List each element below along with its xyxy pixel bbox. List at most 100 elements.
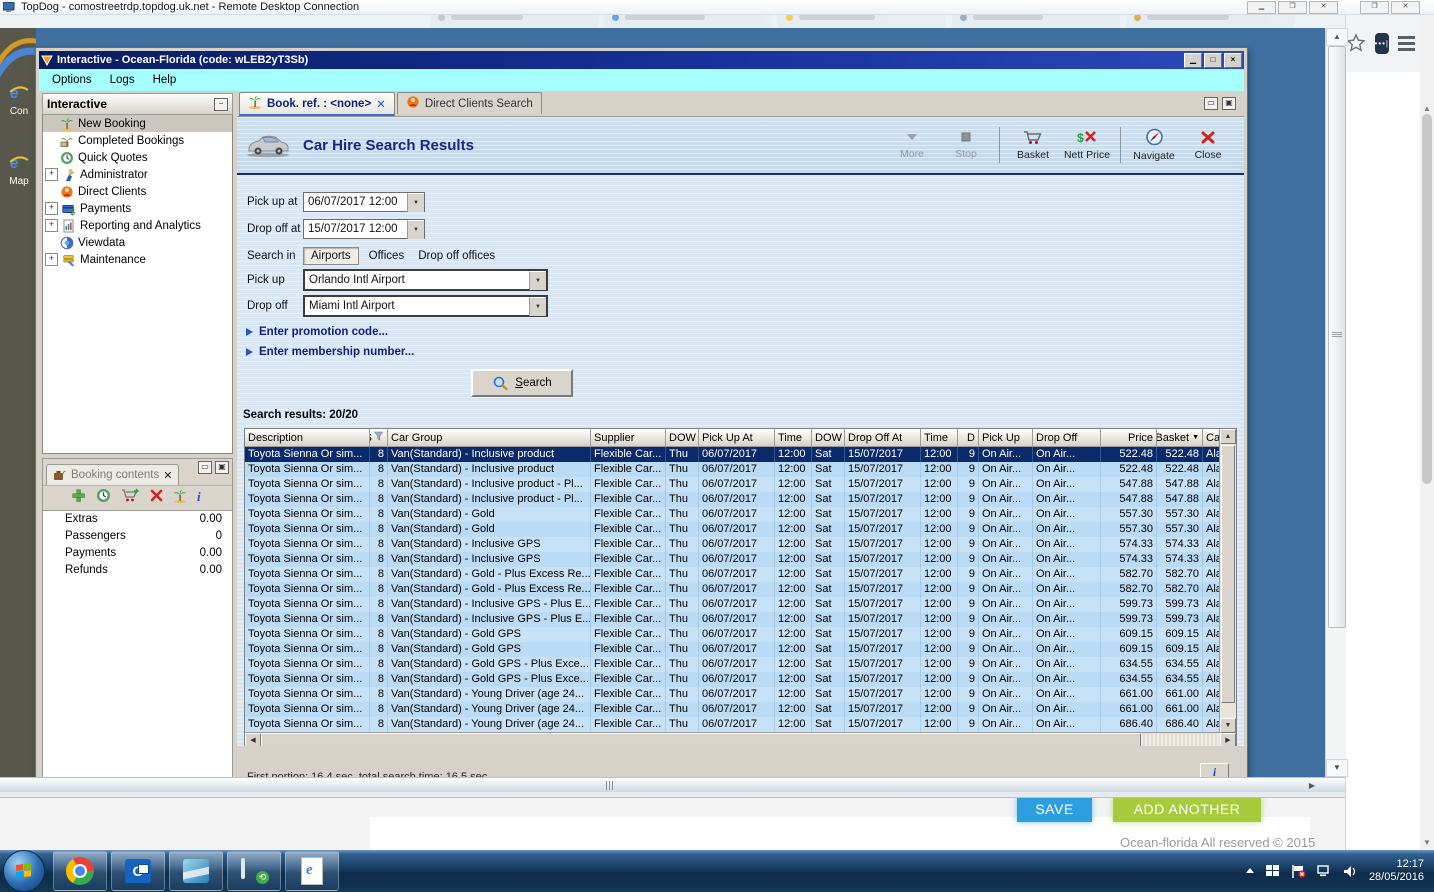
scroll-right-arrow[interactable]: ▶ (1309, 781, 1315, 790)
browser-restore-button[interactable]: ❐ (1360, 0, 1389, 14)
dropoff-at-combo[interactable]: 15/07/2017 12:00 ▼ (303, 219, 425, 239)
sidebar-item-maintenance[interactable]: + Maintenance (43, 251, 232, 268)
password-extension-icon[interactable]: •••| (1374, 32, 1389, 54)
table-row[interactable]: Toyota Sienna Or sim... 8 Van(Standard) - … (245, 552, 1236, 567)
taskbar-outlook-button[interactable]: O (111, 851, 165, 891)
column-header-time[interactable]: Time (921, 429, 958, 447)
table-row[interactable]: Toyota Sienna Or sim... 8 Van(Standard) - … (245, 492, 1236, 507)
expand-icon[interactable]: + (45, 253, 58, 266)
table-row[interactable]: Toyota Sienna Or sim... 8 Van(Standard) - … (245, 597, 1236, 612)
volume-icon[interactable] (1343, 865, 1358, 878)
table-row[interactable]: Toyota Sienna Or sim... 8 Van(Standard) - … (245, 507, 1236, 522)
rdp-minimize-button[interactable]: ▁ (1247, 0, 1276, 14)
column-header-pick-up[interactable]: Pick Up (979, 429, 1033, 447)
column-header-d[interactable]: D (958, 429, 979, 447)
panel-minimize-icon[interactable]: ▭ (1204, 97, 1218, 110)
bookmark-star-icon[interactable] (1345, 33, 1366, 53)
filter-funnel-icon[interactable] (373, 431, 384, 444)
close-tab-icon[interactable]: ✕ (376, 97, 386, 111)
table-row[interactable]: Toyota Sienna Or sim... 8 Van(Standard) - … (245, 567, 1236, 582)
start-button[interactable] (3, 850, 45, 892)
taskbar-clock[interactable]: 12:17 28/05/2016 (1369, 858, 1424, 884)
column-header-car-group[interactable]: Car Group (388, 429, 591, 447)
collapse-panel-icon[interactable]: − (214, 97, 228, 111)
dropdown-arrow-icon[interactable]: ▼ (407, 219, 424, 239)
browser-scrollbar[interactable]: ▲ ▼ (1420, 14, 1434, 850)
search-in-option-airports[interactable]: Airports (303, 247, 359, 265)
menu-help[interactable]: Help (144, 72, 186, 88)
panel-minimize-icon[interactable]: ▭ (198, 461, 212, 474)
table-row[interactable]: Toyota Sienna Or sim... 8 Van(Standard) - … (245, 657, 1236, 672)
table-row[interactable]: Toyota Sienna Or sim... 8 Van(Standard) - … (245, 627, 1236, 642)
scroll-thumb[interactable] (1422, 114, 1432, 484)
sidebar-item-payments[interactable]: + $ Payments (43, 200, 232, 217)
tab-book-ref-none-[interactable]: Book. ref. : <none> ✕ (239, 92, 395, 116)
expand-icon[interactable]: + (45, 219, 58, 232)
browser-close-button[interactable]: ✕ (1391, 0, 1420, 14)
delete-icon[interactable] (150, 489, 163, 507)
taskbar-photos-button[interactable] (169, 851, 223, 891)
table-row[interactable]: Toyota Sienna Or sim... 8 Van(Standard) - … (245, 687, 1236, 702)
sidebar-item-completed-bookings[interactable]: Completed Bookings (43, 132, 232, 149)
menu-options[interactable]: Options (43, 72, 101, 88)
rdp-hscrollbar[interactable]: ▶ (0, 777, 1345, 793)
dropdown-arrow-icon[interactable]: ▼ (407, 192, 424, 212)
taskbar-rdp-button[interactable]: ⟲ (227, 851, 281, 891)
expand-icon[interactable]: + (45, 168, 58, 181)
sidebar-item-direct-clients[interactable]: Direct Clients (43, 183, 232, 200)
membership-number-link[interactable]: Enter membership number... (246, 346, 414, 358)
panel-maximize-icon[interactable]: ▣ (215, 461, 229, 474)
nett-price-toolbar-button[interactable]: $ Nett Price (1061, 127, 1113, 163)
pickup-at-combo[interactable]: 06/07/2017 12:00 ▼ (303, 192, 425, 212)
search-button[interactable]: Search (471, 369, 573, 397)
table-row[interactable]: Toyota Sienna Or sim... 8 Van(Standard) - … (245, 672, 1236, 687)
scroll-down-arrow[interactable]: ▼ (1326, 759, 1348, 777)
column-header-pick-up-at[interactable]: Pick Up At (699, 429, 775, 447)
dropoff-combo[interactable]: Miami Intl Airport ▼ (303, 295, 548, 317)
table-row[interactable]: Toyota Sienna Or sim... 8 Van(Standard) - … (245, 477, 1236, 492)
sidebar-item-new-booking[interactable]: New Booking (43, 115, 232, 132)
column-header-supplier[interactable]: Supplier (591, 429, 666, 447)
scroll-down-arrow[interactable]: ▼ (1220, 718, 1236, 733)
save-button[interactable]: SAVE (1017, 797, 1092, 822)
quote-icon[interactable] (96, 488, 111, 508)
sidebar-item-quick-quotes[interactable]: Quick Quotes (43, 149, 232, 166)
booking-contents-tab[interactable]: Booking contents ✕ (46, 464, 180, 485)
sidebar-item-viewdata[interactable]: Viewdata (43, 234, 232, 251)
network-icon[interactable] (1317, 865, 1332, 877)
scroll-up-arrow[interactable]: ▲ (1326, 28, 1348, 46)
rdp-restore-button[interactable]: ❐ (1278, 0, 1307, 14)
sidebar-item-administrator[interactable]: + Administrator (43, 166, 232, 183)
basket-toolbar-button[interactable]: Basket (1007, 127, 1059, 163)
minimize-button[interactable]: ▁ (1184, 52, 1202, 68)
close-panel-icon[interactable]: ✕ (163, 469, 172, 482)
rdp-vscrollbar[interactable]: ▲ ▼ (1325, 28, 1348, 777)
table-row[interactable]: Toyota Sienna Or sim... 8 Van(Standard) - … (245, 717, 1236, 732)
add-icon[interactable] (71, 488, 86, 508)
taskbar-chrome-button[interactable] (53, 851, 107, 891)
column-header-drop-off[interactable]: Drop Off (1033, 429, 1101, 447)
pickup-combo[interactable]: Orlando Intl Airport ▼ (303, 269, 548, 291)
column-header-price[interactable]: Price (1101, 429, 1157, 447)
tray-expand-icon[interactable] (1245, 867, 1255, 875)
cartadd-icon[interactable] (121, 488, 140, 508)
rdp-close-button[interactable]: ✕ (1309, 0, 1338, 14)
search-in-option-offices[interactable]: Offices (369, 250, 405, 262)
add-another-button[interactable]: ADD ANOTHER (1113, 797, 1261, 822)
navigate-toolbar-button[interactable]: Navigate (1128, 126, 1180, 164)
scroll-down-arrow[interactable]: ▼ (1420, 836, 1434, 850)
column-header-time[interactable]: Time (775, 429, 812, 447)
desktop-icon-map[interactable]: e Map (4, 153, 34, 187)
menu-logs[interactable]: Logs (101, 72, 144, 88)
table-row[interactable]: Toyota Sienna Or sim... 8 Van(Standard) - … (245, 447, 1236, 462)
column-header-basket[interactable]: Basket ▼ (1157, 429, 1203, 447)
dropdown-arrow-icon[interactable]: ▼ (529, 296, 546, 316)
scroll-up-arrow[interactable]: ▲ (1220, 429, 1236, 444)
table-row[interactable]: Toyota Sienna Or sim... 8 Van(Standard) - … (245, 462, 1236, 477)
column-header-drop-off-at[interactable]: Drop Off At (845, 429, 921, 447)
panel-maximize-icon[interactable]: ▣ (1222, 97, 1236, 110)
column-header-description[interactable]: Description (245, 429, 370, 447)
tab-direct-clients-search[interactable]: Direct Clients Search (396, 92, 542, 114)
table-row[interactable]: Toyota Sienna Or sim... 8 Van(Standard) - … (245, 537, 1236, 552)
expand-icon[interactable]: + (45, 202, 58, 215)
